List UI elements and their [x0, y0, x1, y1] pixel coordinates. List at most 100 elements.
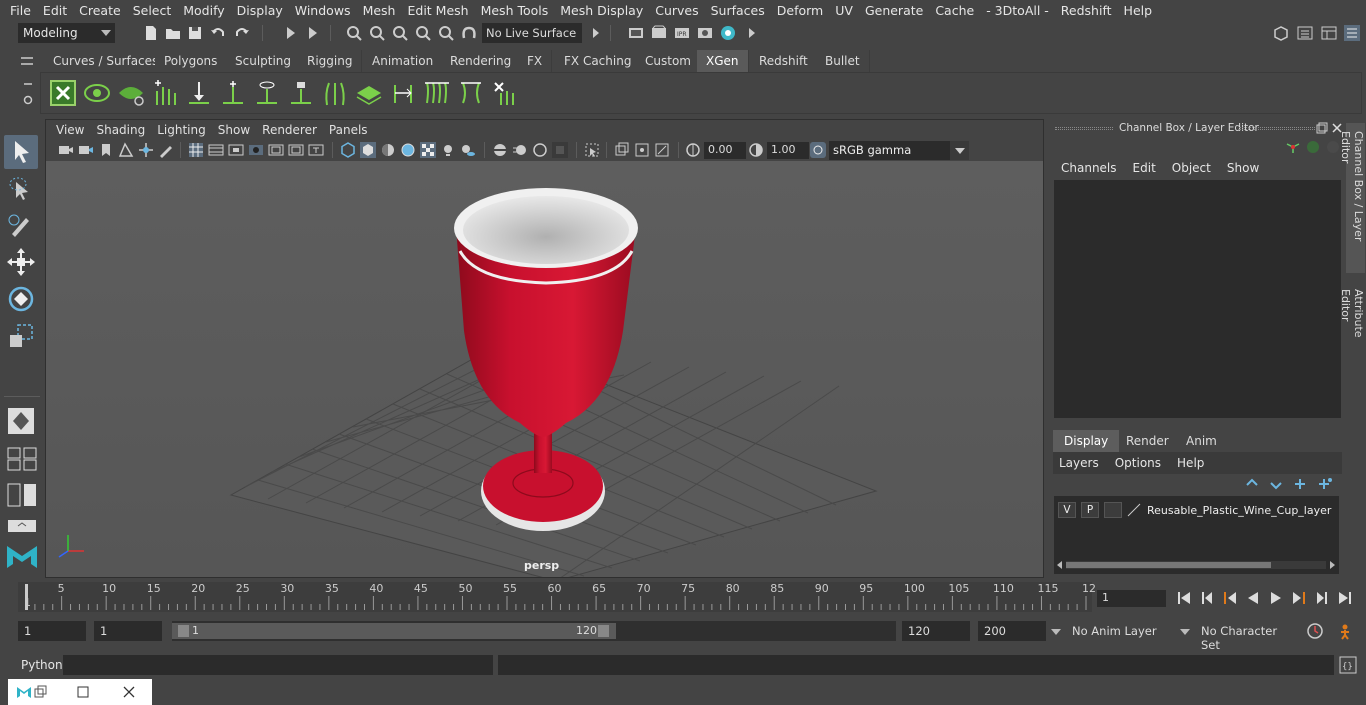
play-forwards-icon[interactable] — [1267, 589, 1285, 607]
xgen-guide-plus-icon[interactable] — [219, 79, 247, 107]
color-space-dropdown[interactable] — [950, 141, 969, 160]
xgen-add-guide-icon[interactable] — [151, 79, 179, 107]
menu-object[interactable]: Object — [1164, 161, 1219, 175]
mode-select[interactable]: Modeling — [18, 23, 115, 43]
sphere-icon[interactable] — [1305, 139, 1321, 155]
new-scene-icon[interactable] — [142, 24, 160, 42]
scroll-right-icon[interactable] — [1330, 561, 1335, 569]
snap-curve-icon[interactable] — [368, 24, 386, 42]
layer-visibility-toggle[interactable]: V — [1058, 502, 1076, 518]
xgen-lock-guide-icon[interactable] — [287, 79, 315, 107]
panel-menu-renderer[interactable]: Renderer — [256, 123, 323, 137]
maximize-icon[interactable] — [76, 685, 90, 699]
menu-file[interactable]: File — [4, 3, 37, 18]
menu-modify[interactable]: Modify — [177, 3, 230, 18]
xgen-modifier-icon[interactable] — [423, 79, 451, 107]
layer-scrollbar[interactable] — [1066, 561, 1326, 569]
panel-menu-panels[interactable]: Panels — [323, 123, 374, 137]
rotate-tool[interactable] — [4, 282, 38, 316]
menu-3dtoall[interactable]: - 3DtoAll - — [980, 3, 1055, 18]
tab-rigging[interactable]: Rigging — [298, 50, 363, 72]
camera-attributes-icon[interactable] — [78, 142, 94, 158]
panel-menu-lighting[interactable]: Lighting — [151, 123, 212, 137]
gamma-field[interactable]: 1.00 — [767, 142, 809, 159]
layout-icon[interactable] — [1320, 24, 1338, 42]
current-frame-field[interactable]: 1 — [1097, 590, 1166, 607]
axis-display-icon[interactable] — [1285, 139, 1301, 155]
drag-handle[interactable] — [1239, 127, 1315, 130]
step-back-key-icon[interactable] — [1221, 589, 1239, 607]
channel-box-toggle-icon[interactable] — [1343, 24, 1361, 42]
layer-playback-toggle[interactable]: P — [1081, 502, 1099, 518]
drag-handle[interactable] — [1055, 127, 1113, 130]
magnet-icon[interactable] — [460, 24, 478, 42]
range-handle-start[interactable] — [178, 625, 189, 637]
menu-mesh[interactable]: Mesh — [357, 3, 402, 18]
close-icon[interactable] — [122, 685, 136, 699]
select-hierarchy-icon[interactable] — [282, 24, 300, 42]
render-view-icon[interactable] — [627, 24, 645, 42]
xgen-editor-icon[interactable] — [49, 79, 77, 107]
isolate-select-icon[interactable] — [584, 142, 600, 158]
shadows-icon[interactable] — [460, 142, 476, 158]
channel-box-area[interactable] — [1054, 180, 1341, 418]
wireframe-on-shaded-icon[interactable] — [400, 142, 416, 158]
menu-display[interactable]: Display — [231, 3, 289, 18]
xgen-guides-icon[interactable] — [321, 79, 349, 107]
tab-curves-surfaces[interactable]: Curves / Surfaces — [44, 50, 169, 72]
menu-edit-mesh[interactable]: Edit Mesh — [401, 3, 474, 18]
menu-cache[interactable]: Cache — [929, 3, 980, 18]
snap-point-icon[interactable] — [391, 24, 409, 42]
safe-action-icon[interactable] — [288, 142, 304, 158]
xgen-grooming-icon[interactable] — [355, 79, 383, 107]
menu-cb-edit[interactable]: Edit — [1125, 161, 1164, 175]
menu-deform[interactable]: Deform — [771, 3, 829, 18]
paint-select-tool[interactable] — [4, 208, 38, 242]
undo-icon[interactable] — [209, 24, 227, 42]
grease-pencil-icon[interactable] — [158, 142, 174, 158]
tab-bullet[interactable]: Bullet — [816, 50, 870, 72]
default-material-icon[interactable] — [380, 142, 396, 158]
color-management-icon[interactable] — [810, 142, 826, 158]
xgen-clumping-icon[interactable] — [457, 79, 485, 107]
tab-render[interactable]: Render — [1115, 430, 1180, 452]
tab-display[interactable]: Display — [1053, 430, 1120, 452]
new-layer-selected-icon[interactable] — [1317, 477, 1333, 491]
xgen-place-guide-icon[interactable] — [185, 79, 213, 107]
panel-menu-show[interactable]: Show — [212, 123, 256, 137]
exposure-icon[interactable] — [685, 142, 701, 158]
anti-aliasing-icon[interactable] — [532, 142, 548, 158]
shelf-options-icon[interactable] — [22, 78, 34, 108]
xgen-preview-icon[interactable] — [83, 79, 111, 107]
2d-pan-zoom-icon[interactable] — [138, 142, 154, 158]
select-object-icon[interactable] — [304, 24, 322, 42]
live-surface-field[interactable]: No Live Surface — [482, 23, 582, 43]
workspace-icon[interactable] — [1272, 24, 1290, 42]
range-slider-fill[interactable] — [172, 623, 616, 639]
step-back-icon[interactable] — [1198, 589, 1216, 607]
xray-joints-icon[interactable] — [634, 142, 650, 158]
layout-quad-icon[interactable] — [6, 446, 38, 472]
character-set-select[interactable]: No Character Set — [1195, 621, 1299, 652]
panel-menu-shading[interactable]: Shading — [90, 123, 151, 137]
menu-mesh-display[interactable]: Mesh Display — [554, 3, 649, 18]
layout-single-icon[interactable] — [6, 516, 38, 536]
xgen-guide-sculpt-icon[interactable] — [253, 79, 281, 107]
menu-layer-help[interactable]: Help — [1169, 456, 1212, 470]
move-layer-down-icon[interactable] — [1269, 477, 1285, 491]
range-slider[interactable]: 1 120 — [172, 621, 896, 641]
command-input[interactable] — [63, 655, 493, 675]
xray-icon[interactable] — [614, 142, 630, 158]
tab-custom[interactable]: Custom — [636, 50, 701, 72]
menu-generate[interactable]: Generate — [859, 3, 929, 18]
textured-icon[interactable] — [420, 142, 436, 158]
step-forward-key-icon[interactable] — [1290, 589, 1308, 607]
chevron-down-icon[interactable] — [1051, 629, 1061, 635]
side-tab-attribute-editor[interactable]: Attribute Editor — [1339, 281, 1365, 381]
snap-live-icon[interactable] — [437, 24, 455, 42]
scene-start-field[interactable]: 1 — [18, 621, 86, 641]
layout-split-icon[interactable] — [6, 482, 38, 508]
chevron-down-icon[interactable] — [1180, 629, 1190, 635]
xray-components-icon[interactable] — [654, 142, 670, 158]
panel-menu-view[interactable]: View — [50, 123, 90, 137]
